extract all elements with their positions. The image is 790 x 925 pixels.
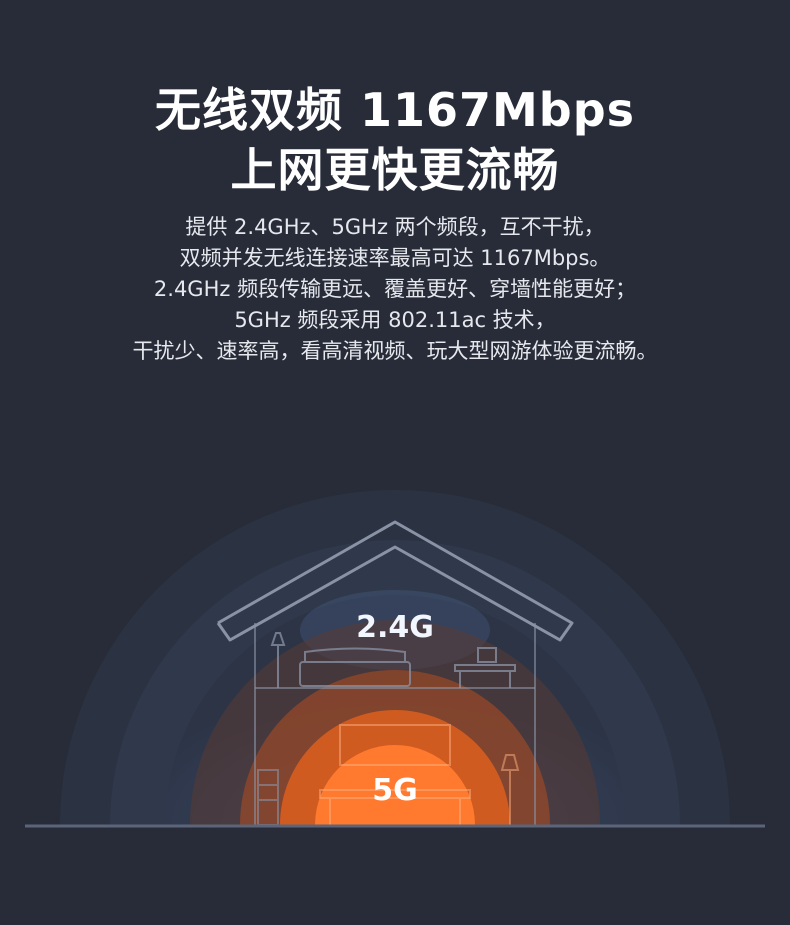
band-5g-label: 5G	[372, 773, 418, 808]
wifi-coverage-illustration: 2.4G 5G	[0, 440, 790, 860]
headline-line-2: 上网更快更流畅	[230, 143, 560, 197]
description-line-4: 5GHz 频段采用 802.11ac 技术，	[234, 308, 556, 332]
description-line-1: 提供 2.4GHz、5GHz 两个频段，互不干扰，	[185, 215, 605, 239]
description-line-2: 双频并发无线连接速率最高可达 1167Mbps。	[179, 246, 611, 270]
product-feature-page: 无线双频 1167Mbps 上网更快更流畅 提供 2.4GHz、5GHz 两个频…	[0, 0, 790, 925]
feature-description: 提供 2.4GHz、5GHz 两个频段，互不干扰， 双频并发无线连接速率最高可达…	[0, 212, 790, 367]
description-line-3: 2.4GHz 频段传输更远、覆盖更好、穿墙性能更好；	[153, 277, 637, 301]
headline-line-1: 无线双频 1167Mbps	[154, 83, 636, 137]
description-line-5: 干扰少、速率高，看高清视频、玩大型网游体验更流畅。	[132, 339, 658, 363]
band-24-label: 2.4G	[356, 610, 434, 645]
